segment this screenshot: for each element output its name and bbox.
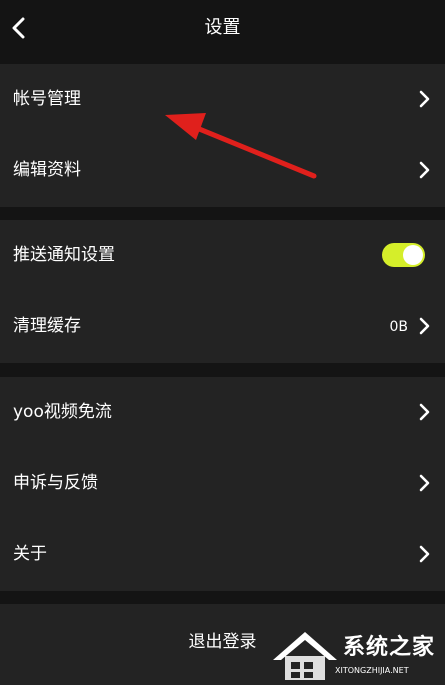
clear-cache-label: 清理缓存	[13, 316, 81, 336]
chevron-right-icon	[419, 161, 430, 179]
chevron-right-icon	[419, 545, 430, 563]
push-notification-label: 推送通知设置	[13, 245, 115, 265]
misc-group: yoo视频免流 申诉与反馈 关于	[0, 377, 445, 591]
push-notification-row: 推送通知设置	[0, 220, 445, 291]
push-notification-toggle[interactable]	[382, 243, 425, 267]
account-management-row[interactable]: 帐号管理	[0, 64, 445, 135]
about-label: 关于	[13, 544, 47, 564]
toggle-knob	[403, 245, 423, 265]
edit-profile-label: 编辑资料	[13, 160, 81, 180]
cache-size-value: 0B	[389, 319, 408, 335]
watermark-logo: 系统之家 XITONGZHIJIA.NET	[265, 626, 445, 685]
top-bar: 设置	[0, 0, 445, 57]
about-row[interactable]: 关于	[0, 519, 445, 590]
page-title: 设置	[204, 17, 241, 38]
edit-profile-row[interactable]: 编辑资料	[0, 135, 445, 206]
chevron-right-icon	[419, 474, 430, 492]
account-group: 帐号管理 编辑资料	[0, 64, 445, 207]
clear-cache-row[interactable]: 清理缓存 0B	[0, 291, 445, 362]
yoo-free-data-row[interactable]: yoo视频免流	[0, 377, 445, 448]
notifications-group: 推送通知设置 清理缓存 0B	[0, 220, 445, 363]
watermark-text: 系统之家	[343, 635, 436, 660]
watermark-url: XITONGZHIJIA.NET	[335, 666, 409, 675]
chevron-right-icon	[419, 403, 430, 421]
chevron-right-icon	[419, 317, 430, 335]
chevron-right-icon	[419, 90, 430, 108]
yoo-free-data-label: yoo视频免流	[13, 402, 112, 422]
house-logo-icon	[273, 632, 337, 680]
feedback-label: 申诉与反馈	[13, 473, 98, 493]
account-management-label: 帐号管理	[13, 89, 81, 109]
feedback-row[interactable]: 申诉与反馈	[0, 448, 445, 519]
